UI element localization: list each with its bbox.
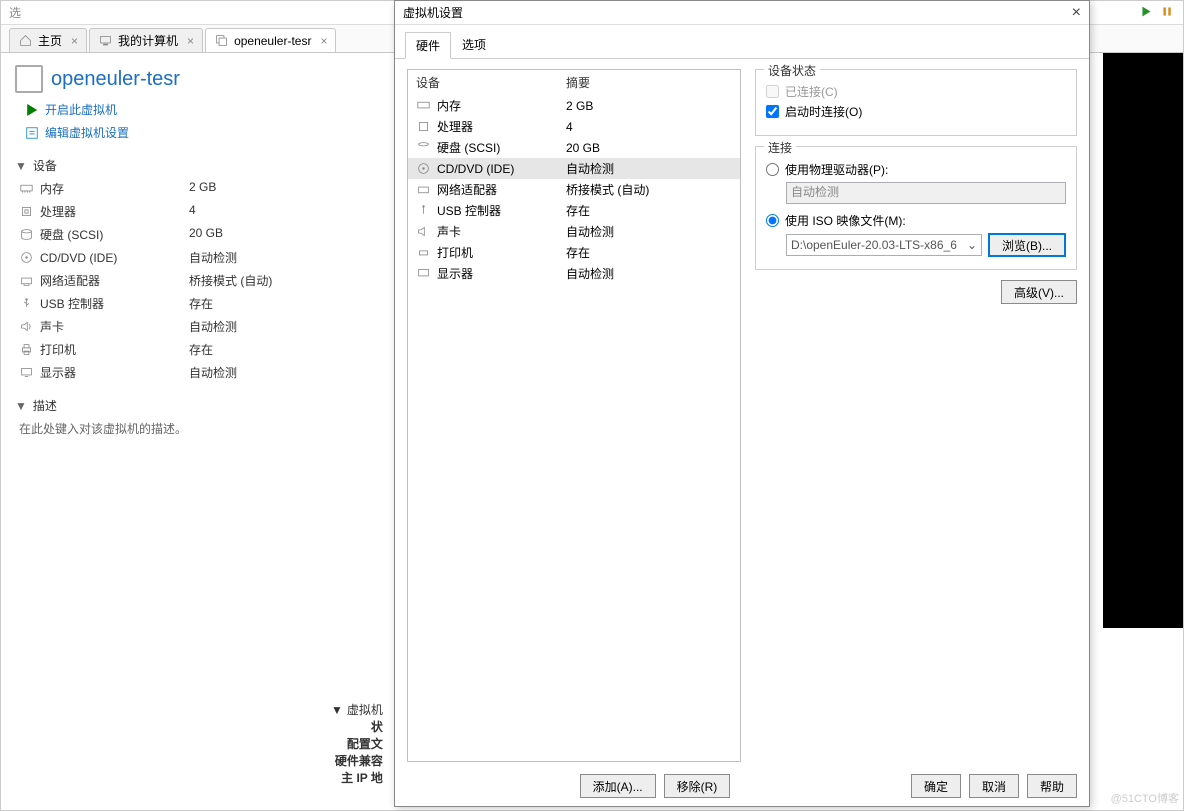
add-button[interactable]: 添加(A)...: [580, 774, 656, 798]
dev-cd[interactable]: CD/DVD (IDE): [19, 249, 189, 266]
toolbar-partial-label: 选: [9, 4, 21, 21]
vm-icon: [15, 65, 43, 93]
hw-header: 设备 摘要: [408, 70, 740, 95]
hw-row-display[interactable]: 显示器自动检测: [408, 263, 740, 284]
dialog-close-icon[interactable]: ×: [1072, 4, 1081, 22]
chevron-down-icon[interactable]: ⌄: [967, 238, 977, 252]
tab-home[interactable]: 主页 ×: [9, 28, 87, 52]
radio-physical-drive[interactable]: 使用物理驱动器(P):: [766, 161, 1066, 178]
edit-settings-link[interactable]: 编辑虚拟机设置: [25, 124, 375, 141]
dev-sound[interactable]: 声卡: [19, 318, 189, 335]
power-on-label: 开启此虚拟机: [45, 101, 117, 118]
close-icon[interactable]: ×: [187, 34, 194, 48]
vm-details: ▼虚拟机 状 配置文 硬件兼容 主 IP 地: [331, 701, 389, 786]
chk-connected[interactable]: 已连接(C): [766, 83, 1066, 100]
watermark: @51CTO博客: [1111, 790, 1179, 806]
help-button[interactable]: 帮助: [1027, 774, 1077, 798]
dev-memory-val: 2 GB: [189, 180, 375, 197]
cancel-button[interactable]: 取消: [969, 774, 1019, 798]
connection-legend: 连接: [764, 139, 796, 156]
close-icon[interactable]: ×: [320, 34, 327, 48]
tab-home-label: 主页: [38, 32, 62, 49]
vm-console-black: [1103, 53, 1183, 628]
physical-drive-select: 自动检测: [786, 182, 1066, 204]
advanced-button[interactable]: 高级(V)...: [1001, 280, 1077, 304]
toolbar-pause-icon[interactable]: [1160, 5, 1175, 21]
vm-title: openeuler-tesr: [51, 68, 180, 91]
col-device: 设备: [416, 74, 566, 91]
hw-row-printer[interactable]: 打印机存在: [408, 242, 740, 263]
dev-printer-val: 存在: [189, 341, 375, 358]
remove-button[interactable]: 移除(R): [664, 774, 731, 798]
col-summary: 摘要: [566, 74, 590, 91]
dlg-tab-hardware[interactable]: 硬件: [405, 32, 451, 59]
hw-row-disk[interactable]: 硬盘 (SCSI)20 GB: [408, 137, 740, 158]
dev-net-val: 桥接模式 (自动): [189, 272, 375, 289]
dialog-body: 设备 摘要 内存2 GB 处理器4 硬盘 (SCSI)20 GB CD/DVD …: [395, 59, 1089, 772]
dev-display-val: 自动检测: [189, 364, 375, 381]
dev-cpu[interactable]: 处理器: [19, 203, 189, 220]
hw-row-net[interactable]: 网络适配器桥接模式 (自动): [408, 179, 740, 200]
iso-path-input[interactable]: D:\openEuler-20.03-LTS-x86_6⌄: [786, 234, 982, 256]
tab-mycomputer[interactable]: 我的计算机 ×: [89, 28, 203, 52]
edit-settings-label: 编辑虚拟机设置: [45, 124, 129, 141]
dialog-tabs: 硬件 选项: [395, 25, 1089, 59]
hw-row-sound[interactable]: 声卡自动检测: [408, 221, 740, 242]
dlg-tab-options[interactable]: 选项: [451, 31, 497, 58]
tab-vm-label: openeuler-tesr: [234, 34, 311, 48]
description-header[interactable]: ▼描述: [15, 397, 375, 414]
dialog-footer: 添加(A)... 移除(R) 确定 取消 帮助: [395, 774, 1089, 798]
vm-settings-dialog: 虚拟机设置 × 硬件 选项 设备 摘要 内存2 GB 处理器4 硬盘 (SCSI…: [394, 0, 1090, 807]
hw-row-usb[interactable]: USB 控制器存在: [408, 200, 740, 221]
hardware-list: 设备 摘要 内存2 GB 处理器4 硬盘 (SCSI)20 GB CD/DVD …: [407, 69, 741, 762]
chk-connect-on-start[interactable]: 启动时连接(O): [766, 103, 1066, 120]
connection-group: 连接 使用物理驱动器(P): 自动检测 使用 ISO 映像文件(M): D:\o…: [755, 146, 1077, 270]
dev-cpu-val: 4: [189, 203, 375, 220]
hw-row-cpu[interactable]: 处理器4: [408, 116, 740, 137]
description-placeholder[interactable]: 在此处键入对该虚拟机的描述。: [19, 420, 375, 437]
dev-display[interactable]: 显示器: [19, 364, 189, 381]
device-grid: 内存2 GB 处理器4 硬盘 (SCSI)20 GB CD/DVD (IDE)自…: [19, 180, 375, 381]
devices-header[interactable]: ▼设备: [15, 157, 375, 174]
device-status-legend: 设备状态: [764, 62, 820, 79]
dev-cd-val: 自动检测: [189, 249, 375, 266]
dev-disk-val: 20 GB: [189, 226, 375, 243]
dialog-title: 虚拟机设置: [403, 4, 463, 21]
dev-disk[interactable]: 硬盘 (SCSI): [19, 226, 189, 243]
dev-printer[interactable]: 打印机: [19, 341, 189, 358]
close-icon[interactable]: ×: [71, 34, 78, 48]
dev-sound-val: 自动检测: [189, 318, 375, 335]
dev-net[interactable]: 网络适配器: [19, 272, 189, 289]
dialog-titlebar[interactable]: 虚拟机设置 ×: [395, 1, 1089, 25]
radio-iso-image[interactable]: 使用 ISO 映像文件(M):: [766, 212, 1066, 229]
dev-memory[interactable]: 内存: [19, 180, 189, 197]
tab-mycomputer-label: 我的计算机: [118, 32, 178, 49]
device-status-group: 设备状态 已连接(C) 启动时连接(O): [755, 69, 1077, 136]
vm-title-row: openeuler-tesr: [15, 65, 375, 93]
vm-summary-pane: openeuler-tesr 开启此虚拟机 编辑虚拟机设置 ▼设备 内存2 GB…: [1, 53, 389, 810]
power-on-link[interactable]: 开启此虚拟机: [25, 101, 375, 118]
tab-vm[interactable]: openeuler-tesr ×: [205, 28, 336, 52]
toolbar-play-icon[interactable]: [1139, 5, 1154, 21]
browse-button[interactable]: 浏览(B)...: [988, 233, 1066, 257]
ok-button[interactable]: 确定: [911, 774, 961, 798]
dev-usb[interactable]: USB 控制器: [19, 295, 189, 312]
hw-row-memory[interactable]: 内存2 GB: [408, 95, 740, 116]
hw-row-cd[interactable]: CD/DVD (IDE)自动检测: [408, 158, 740, 179]
hardware-side-panel: 设备状态 已连接(C) 启动时连接(O) 连接 使用物理驱动器(P): 自动检测…: [755, 69, 1077, 762]
dev-usb-val: 存在: [189, 295, 375, 312]
